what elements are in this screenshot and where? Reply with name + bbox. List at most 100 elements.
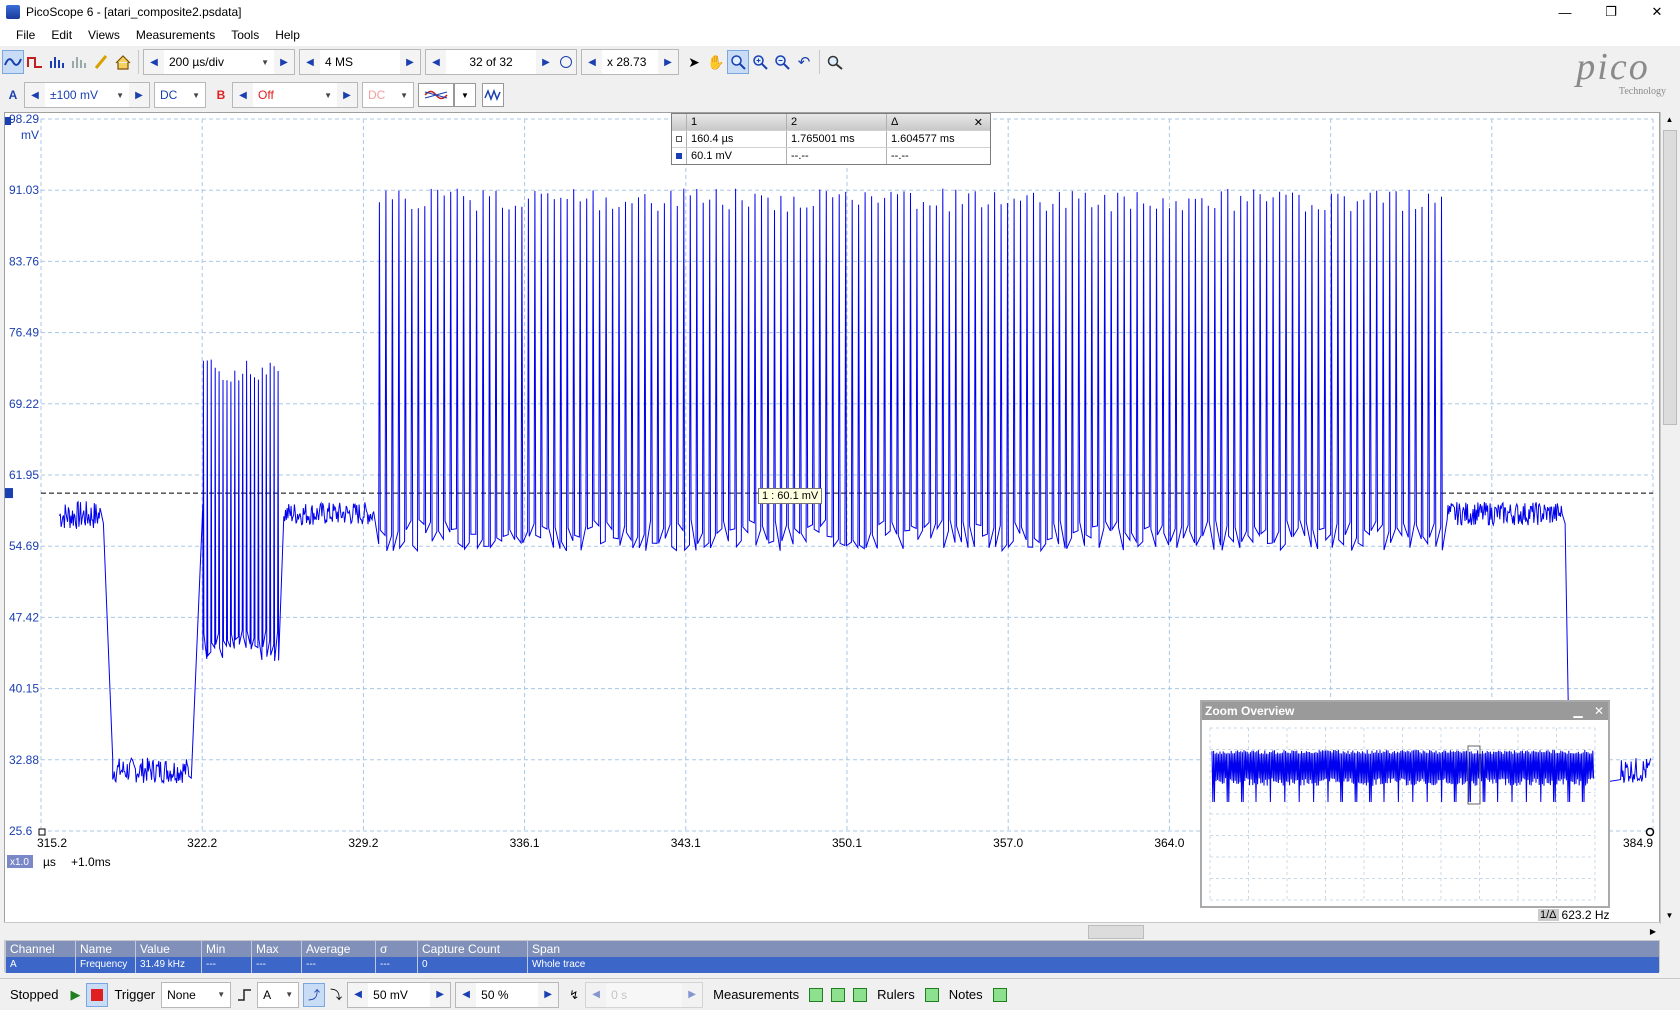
spectrum-mode-button[interactable] [46, 50, 68, 74]
close-button[interactable]: ✕ [1634, 0, 1680, 24]
probe-button[interactable] [90, 50, 112, 74]
zoom-prev-button[interactable]: ◀ [582, 50, 602, 74]
buffer-next-button[interactable]: ▶ [536, 50, 556, 74]
horizontal-scrollbar[interactable]: ▶ [4, 922, 1660, 940]
range-a-next-button[interactable]: ▶ [129, 83, 149, 107]
pretrigger-input[interactable]: 50 % [476, 988, 538, 1002]
remove-measurement-icon[interactable] [831, 987, 846, 1002]
pretrigger-control: ◀ 50 % ▶ [455, 981, 560, 1008]
menu-help[interactable]: Help [267, 28, 308, 42]
cursor-2-time: 1.765001 ms [786, 131, 886, 147]
spectrum-alt-button[interactable] [68, 50, 90, 74]
trigger-channel-select[interactable]: A [258, 988, 298, 1002]
start-button[interactable]: ▶ [64, 983, 86, 1007]
range-b-prev-button[interactable]: ◀ [233, 83, 253, 107]
zoom-out-button[interactable] [771, 50, 793, 74]
menu-edit[interactable]: Edit [43, 28, 80, 42]
buffer-index[interactable]: 32 of 32 [446, 55, 536, 69]
menu-tools[interactable]: Tools [223, 28, 267, 42]
zoom-factor[interactable]: x 28.73 [602, 55, 658, 69]
threshold-next-button[interactable]: ▶ [430, 982, 451, 1007]
add-measurement-icon[interactable] [809, 987, 824, 1002]
pretrigger-next-button[interactable]: ▶ [538, 982, 559, 1007]
channel-b-button[interactable]: B [210, 83, 232, 107]
advanced-trigger-button[interactable] [235, 983, 257, 1007]
notes-icon[interactable] [992, 987, 1007, 1002]
range-a-prev-button[interactable]: ◀ [25, 83, 45, 107]
zoom-next-button[interactable]: ▶ [658, 50, 678, 74]
scope-mode-button[interactable] [2, 50, 24, 74]
threshold-input[interactable]: 50 mV [368, 988, 430, 1002]
range-b-select[interactable]: Off [253, 88, 337, 102]
zoom-in-button[interactable] [749, 50, 771, 74]
channel-a-trace [59, 188, 1652, 789]
pretrigger-prev-button[interactable]: ◀ [456, 982, 477, 1007]
zoom-overview-close-icon[interactable]: ✕ [1594, 704, 1604, 718]
delay-next-button[interactable]: ▶ [682, 982, 703, 1007]
coupling-a-select[interactable]: DC [155, 88, 205, 102]
samples-select[interactable]: 4 MS [320, 55, 400, 69]
measurement-cell-3: --- [201, 957, 251, 973]
zoom-overview-panel[interactable]: Zoom Overview ▁ ✕ [1200, 700, 1610, 908]
persistence-mode-button[interactable] [24, 50, 46, 74]
ruler-handle-left[interactable] [38, 828, 46, 836]
signal-generator-button[interactable] [482, 83, 504, 107]
post-trigger-button[interactable]: ↯ [563, 983, 585, 1007]
undo-zoom-button[interactable]: ↶ [793, 50, 815, 74]
scroll-right-button[interactable]: ▶ [1650, 923, 1656, 941]
buffer-prev-button[interactable]: ◀ [426, 50, 446, 74]
hand-tool-button[interactable]: ✋ [705, 50, 727, 74]
zoom-overview-plot[interactable] [1202, 720, 1608, 906]
menu-file[interactable]: File [8, 28, 43, 42]
x-tick-label: 364.0 [1154, 836, 1184, 850]
pointer-tool-button[interactable]: ➤ [683, 50, 705, 74]
trigger-mode-select[interactable]: None [162, 988, 230, 1002]
timebase-prev-button[interactable]: ◀ [144, 50, 164, 74]
maximize-button[interactable]: ❐ [1588, 0, 1634, 24]
stop-button[interactable] [86, 982, 109, 1007]
zoom-fit-icon [827, 55, 843, 70]
channel-a-button[interactable]: A [2, 83, 24, 107]
edit-measurement-icon[interactable] [853, 987, 868, 1002]
frequency-readout: 1/Δ 623.2 Hz [1538, 908, 1646, 922]
buffer-navigator-button[interactable] [556, 50, 576, 74]
delay-input[interactable]: 0 s [606, 988, 682, 1002]
zoom-fit-button[interactable] [824, 50, 846, 74]
vertical-scroll-thumb[interactable] [1663, 130, 1677, 425]
math-channel-button[interactable] [418, 83, 454, 107]
scope-wave-icon [4, 58, 22, 66]
falling-edge-button[interactable]: ⤵ [325, 983, 347, 1007]
math-icon [424, 90, 448, 100]
range-b-next-button[interactable]: ▶ [337, 83, 357, 107]
math-dropdown-button[interactable]: ▼ [454, 83, 476, 107]
zoom-tool-button[interactable] [727, 50, 749, 74]
samples-prev-button[interactable]: ◀ [300, 50, 320, 74]
cursor-col-1: 1 [686, 114, 786, 130]
scroll-up-button[interactable]: ▲ [1661, 112, 1678, 128]
timebase-select[interactable]: 200 µs/div [164, 55, 274, 69]
cursor-table-close-icon[interactable]: ✕ [974, 116, 986, 129]
trigger-channel-control: A [257, 981, 300, 1008]
scroll-down-button[interactable]: ▼ [1661, 908, 1678, 924]
timebase-next-button[interactable]: ▶ [274, 50, 294, 74]
menu-views[interactable]: Views [80, 28, 128, 42]
horizontal-scroll-thumb[interactable] [1088, 925, 1144, 939]
coupling-b-select[interactable]: DC [363, 88, 413, 102]
rulers-icon[interactable] [924, 987, 939, 1002]
delay-prev-button[interactable]: ◀ [586, 982, 607, 1007]
trigger-level-marker[interactable] [5, 488, 13, 499]
measurement-row[interactable]: A Frequency 31.49 kHz --- --- --- --- 0 Whole tr… [5, 957, 1659, 973]
minimize-button[interactable]: — [1542, 0, 1588, 24]
coupling-a-control: DC [154, 82, 206, 108]
home-button[interactable] [112, 50, 134, 74]
threshold-prev-button[interactable]: ◀ [348, 982, 369, 1007]
menu-measurements[interactable]: Measurements [128, 28, 223, 42]
zoom-overview-minimize-icon[interactable]: ▁ [1573, 704, 1582, 718]
rising-edge-button[interactable]: ⤴ [303, 982, 326, 1007]
rulers-label: Rulers [877, 987, 915, 1002]
samples-next-button[interactable]: ▶ [400, 50, 420, 74]
vertical-scrollbar[interactable]: ▲ ▼ [1660, 112, 1678, 924]
trigger-mode-control: None [161, 981, 232, 1008]
ruler-handle-right[interactable] [1645, 827, 1655, 837]
range-a-select[interactable]: ±100 mV [45, 88, 129, 102]
